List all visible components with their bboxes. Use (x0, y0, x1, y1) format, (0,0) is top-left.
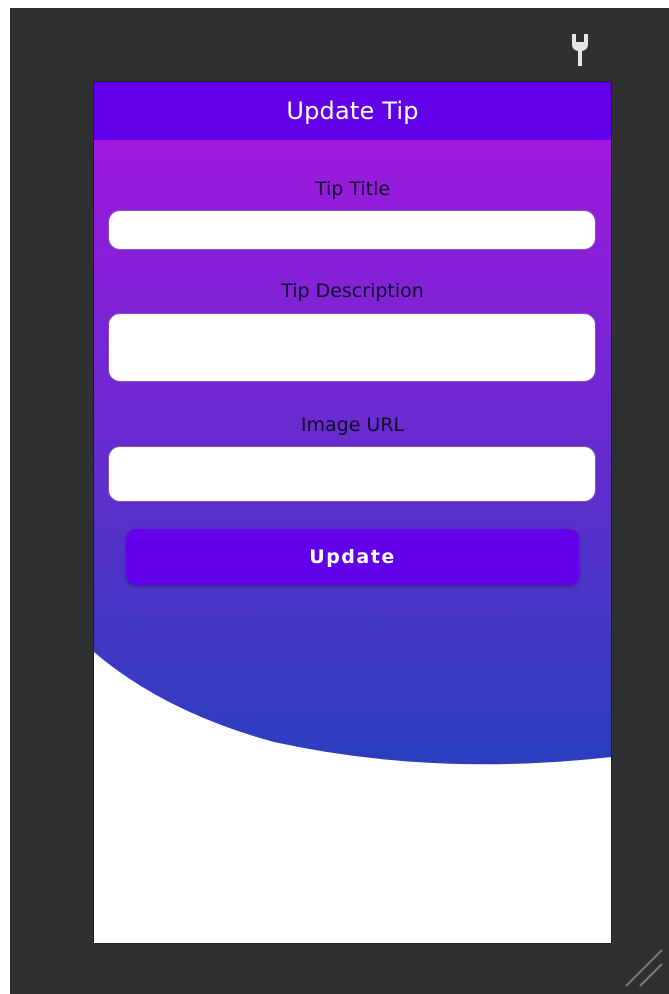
image-url-label: Image URL (300, 414, 405, 436)
resize-handle-icon[interactable] (622, 946, 664, 988)
layout-editor-canvas: Update Tip Tip Title Tip Description Ima… (10, 8, 669, 994)
tip-title-input[interactable] (108, 210, 596, 250)
page-title: Update Tip (286, 97, 419, 125)
update-button[interactable]: Update (126, 529, 579, 585)
wrench-icon[interactable] (568, 32, 592, 68)
phone-preview: Update Tip Tip Title Tip Description Ima… (94, 82, 611, 943)
image-url-input[interactable] (108, 446, 596, 502)
tip-title-label: Tip Title (314, 178, 391, 200)
tip-description-input[interactable] (108, 313, 596, 382)
app-bar: Update Tip (94, 82, 611, 140)
tip-description-label: Tip Description (281, 280, 424, 302)
